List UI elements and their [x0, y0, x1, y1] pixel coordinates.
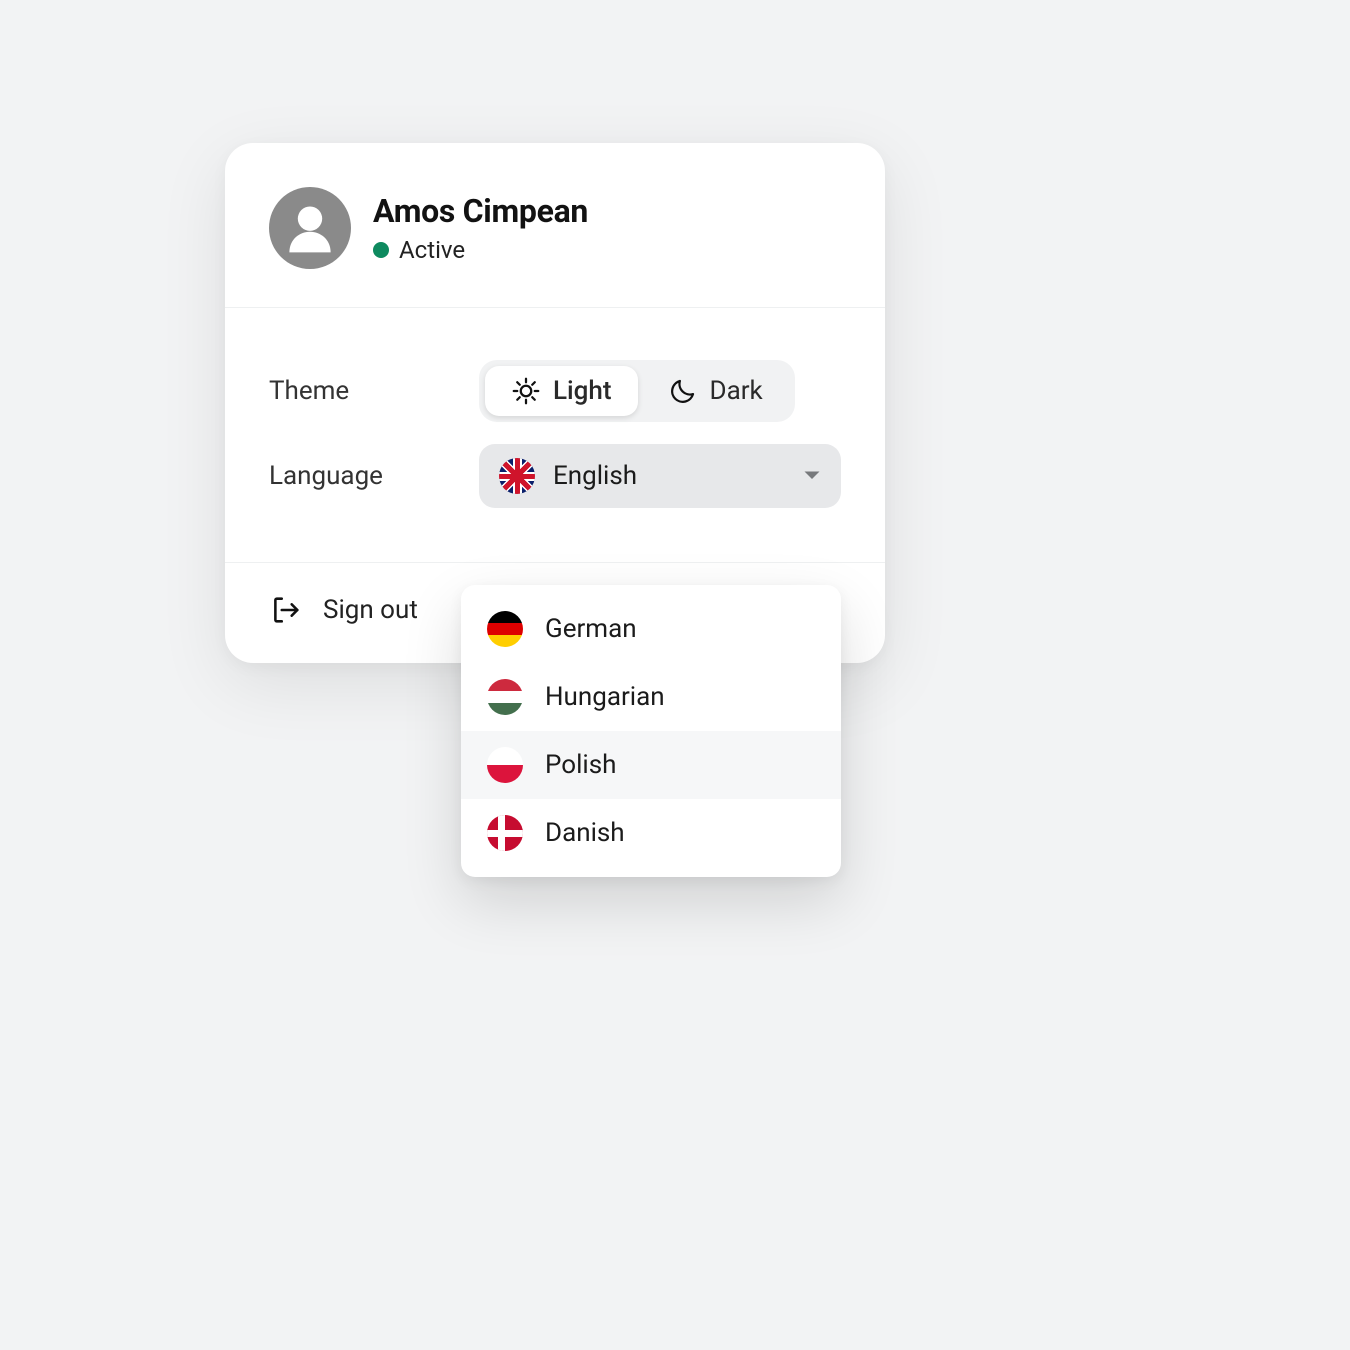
theme-option-dark-label: Dark: [710, 376, 763, 406]
sign-out-icon: [269, 593, 303, 627]
language-dropdown: German Hungarian Polish Danish: [461, 585, 841, 877]
sign-out-label: Sign out: [323, 595, 418, 625]
flag-dk-icon: [487, 815, 523, 851]
profile-text: Amos Cimpean Active: [373, 192, 588, 264]
status-label: Active: [399, 236, 465, 264]
user-icon: [280, 198, 340, 258]
language-option-hungarian[interactable]: Hungarian: [461, 663, 841, 731]
language-label: Language: [269, 461, 479, 491]
user-name: Amos Cimpean: [373, 192, 588, 230]
language-option-label: Danish: [545, 818, 815, 848]
language-option-label: Polish: [545, 750, 815, 780]
language-option-label: German: [545, 614, 815, 644]
flag-de-icon: [487, 611, 523, 647]
language-row: Language English: [269, 444, 841, 508]
language-option-german[interactable]: German: [461, 595, 841, 663]
theme-label: Theme: [269, 376, 479, 406]
caret-down-icon: [803, 467, 821, 485]
language-selected-label: English: [553, 461, 803, 491]
user-status: Active: [373, 236, 588, 264]
flag-pl-icon: [487, 747, 523, 783]
theme-option-dark[interactable]: Dark: [642, 366, 789, 416]
avatar[interactable]: [269, 187, 351, 269]
settings-section: Theme: [225, 308, 885, 563]
sun-icon: [511, 376, 541, 406]
flag-hu-icon: [487, 679, 523, 715]
profile-section: Amos Cimpean Active: [225, 143, 885, 308]
language-option-label: Hungarian: [545, 682, 815, 712]
language-option-polish[interactable]: Polish: [461, 731, 841, 799]
language-option-danish[interactable]: Danish: [461, 799, 841, 867]
flag-uk-icon: [499, 458, 535, 494]
theme-segmented-control: Light Dark: [479, 360, 795, 422]
moon-icon: [668, 376, 698, 406]
theme-row: Theme: [269, 360, 841, 422]
status-dot-icon: [373, 242, 389, 258]
language-select[interactable]: English: [479, 444, 841, 508]
theme-option-light[interactable]: Light: [485, 366, 638, 416]
theme-option-light-label: Light: [553, 376, 612, 406]
